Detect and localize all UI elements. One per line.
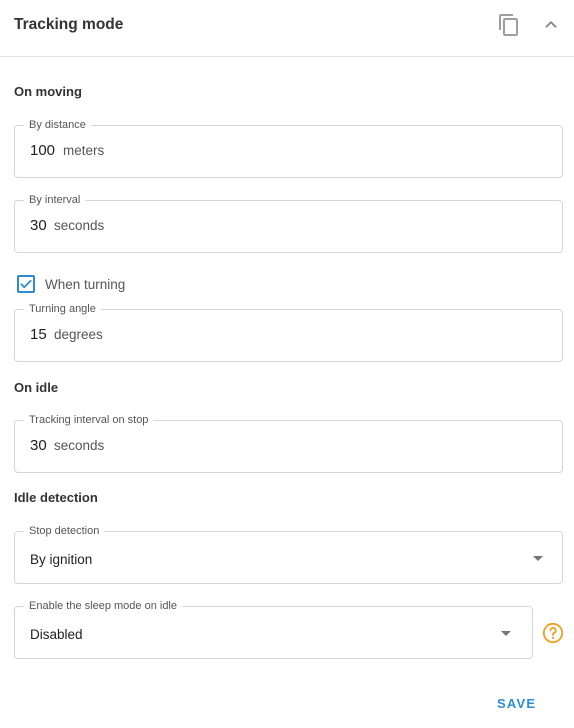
turning-angle-field[interactable]: Turning angle 15 degrees: [14, 302, 563, 362]
turning-angle-value[interactable]: 15: [30, 326, 47, 343]
by-distance-field[interactable]: By distance 100 meters: [14, 118, 563, 178]
by-interval-unit: seconds: [54, 218, 105, 233]
chevron-up-icon[interactable]: [540, 13, 562, 35]
tracking-interval-value[interactable]: 30: [30, 437, 47, 454]
by-distance-unit: meters: [63, 143, 105, 158]
turning-angle-unit: degrees: [54, 327, 103, 342]
copy-icon[interactable]: [497, 13, 521, 37]
by-distance-value[interactable]: 100: [30, 142, 55, 159]
stop-detection-value: By ignition: [30, 552, 93, 567]
save-button[interactable]: SAVE: [497, 696, 536, 711]
tracking-interval-unit: seconds: [54, 438, 105, 453]
when-turning-checkbox[interactable]: [17, 275, 35, 293]
turning-angle-label: Turning angle: [24, 302, 101, 316]
by-interval-field[interactable]: By interval 30 seconds: [14, 193, 563, 253]
tracking-interval-field[interactable]: Tracking interval on stop 30 seconds: [14, 413, 563, 473]
tracking-interval-label: Tracking interval on stop: [24, 413, 154, 427]
panel-header: Tracking mode: [0, 0, 574, 57]
stop-detection-label: Stop detection: [24, 524, 105, 538]
section-idle-detection: Idle detection: [14, 490, 98, 505]
section-on-idle: On idle: [14, 380, 59, 395]
sleep-mode-select[interactable]: Enable the sleep mode on idle Disabled: [14, 599, 533, 659]
panel-title: Tracking mode: [14, 16, 124, 33]
by-distance-label: By distance: [24, 118, 91, 132]
by-interval-value[interactable]: 30: [30, 217, 47, 234]
help-circle-icon[interactable]: [542, 622, 564, 644]
dropdown-arrow-icon[interactable]: [501, 631, 511, 636]
sleep-mode-value: Disabled: [30, 627, 83, 642]
sleep-mode-label: Enable the sleep mode on idle: [24, 599, 182, 613]
when-turning-label: When turning: [45, 277, 126, 292]
dropdown-arrow-icon[interactable]: [533, 556, 543, 561]
by-interval-label: By interval: [24, 193, 86, 207]
stop-detection-select[interactable]: Stop detection By ignition: [14, 524, 563, 584]
section-on-moving: On moving: [14, 84, 82, 99]
